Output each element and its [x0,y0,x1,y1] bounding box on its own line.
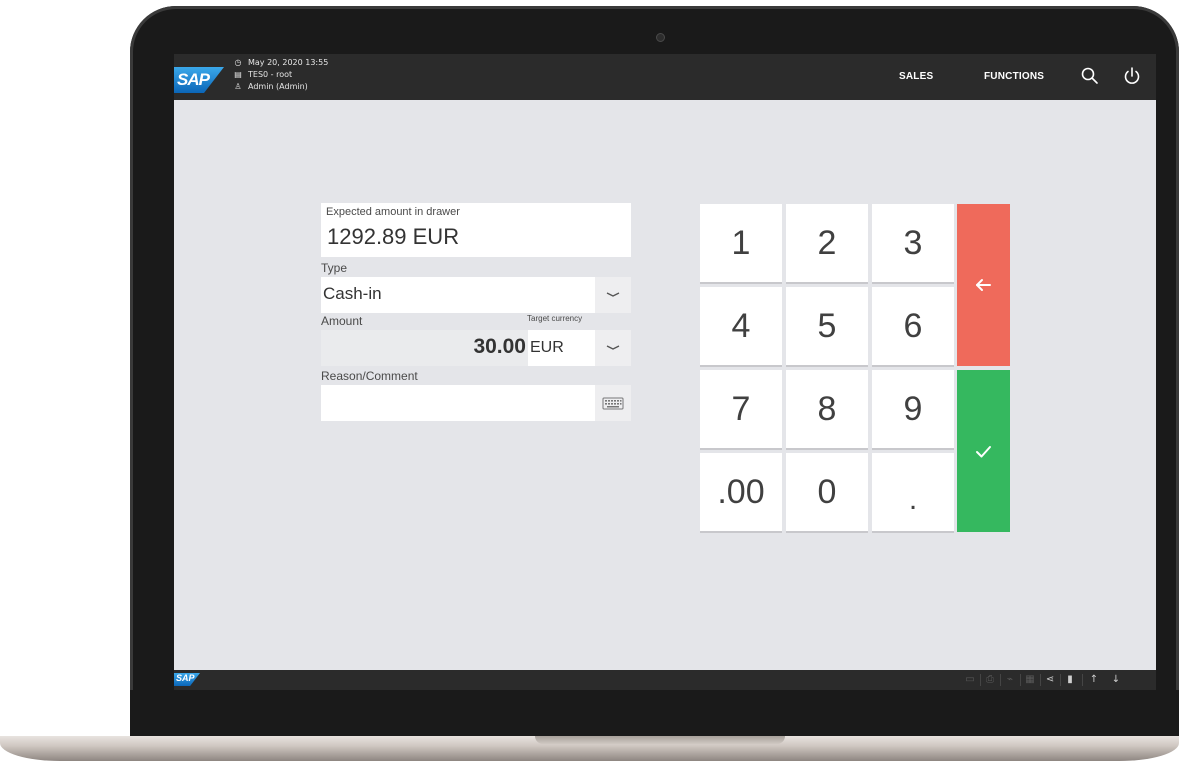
cash-drawer-icon: ▭ [965,674,975,685]
currency-value: EUR [530,339,564,356]
arrow-up-icon[interactable]: ↑ [1088,674,1100,686]
backspace-button[interactable] [957,204,1010,366]
scale-icon: ▦ [1025,674,1035,685]
key-2[interactable]: 2 [786,204,868,284]
terminal-text: TES0 - root [248,70,293,79]
app-header: SAP ◷ May 20, 2020 13:55 ▤ TES0 - root ♙ Ad… [174,54,1156,100]
amount-value: 30.00 [473,335,526,358]
currency-dropdown-button[interactable] [595,330,631,366]
database-icon[interactable]: ▮ [1064,674,1076,686]
key-0[interactable]: 0 [786,453,868,533]
chevron-down-icon [606,345,620,350]
status-separator [1000,674,1001,686]
arrow-left-icon [976,279,991,291]
checkmark-icon [976,446,991,458]
key-double-zero[interactable]: .00 [700,453,782,533]
key-4[interactable]: 4 [700,287,782,367]
reason-label: Reason/Comment [321,369,418,383]
key-9[interactable]: 9 [872,370,954,450]
nav-sales[interactable]: SALES [899,71,933,82]
scanner-icon: ⌁ [1006,674,1014,685]
share-icon[interactable]: ⋖ [1044,674,1056,686]
currency-select[interactable]: EUR [528,330,595,366]
reason-input[interactable] [321,385,595,421]
laptop-notch [535,736,785,744]
app-screen: SAP ◷ May 20, 2020 13:55 ▤ TES0 - root ♙ Ad… [174,54,1156,690]
expected-amount-label: Expected amount in drawer [326,206,460,218]
key-7[interactable]: 7 [700,370,782,450]
nav-functions[interactable]: FUNCTIONS [984,71,1044,82]
expected-amount-card: Expected amount in drawer 1292.89 EUR [321,203,631,257]
status-separator [1040,674,1041,686]
type-dropdown-button[interactable] [595,277,631,313]
keyboard-icon [602,397,624,410]
search-icon[interactable] [1079,65,1101,87]
sap-logo-small: SAP [174,673,200,686]
key-8[interactable]: 8 [786,370,868,450]
type-label: Type [321,261,348,275]
status-separator [1060,674,1061,686]
status-separator [1020,674,1021,686]
laptop-bezel-bottom [130,690,1179,736]
user-icon: ♙ [234,82,242,91]
key-3[interactable]: 3 [872,204,954,284]
amount-label: Amount [321,314,363,328]
key-decimal[interactable]: . [872,453,954,533]
power-icon[interactable] [1121,65,1143,87]
type-select[interactable]: Cash-in [321,277,595,313]
status-bar: SAP ▭ ⎙ ⌁ ▦ ⋖ ▮ ↑ ↓ [174,670,1156,690]
keyboard-button[interactable] [595,385,631,421]
status-separator [980,674,981,686]
chevron-down-icon [606,292,620,297]
expected-amount-value: 1292.89 EUR [327,224,460,249]
sap-logo: SAP [174,67,224,93]
datetime-text: May 20, 2020 13:55 [248,58,329,67]
confirm-button[interactable] [957,370,1010,532]
type-value: Cash-in [323,284,382,303]
user-text: Admin (Admin) [248,82,308,91]
terminal-icon: ▤ [234,70,242,79]
key-5[interactable]: 5 [786,287,868,367]
key-6[interactable]: 6 [872,287,954,367]
arrow-down-icon[interactable]: ↓ [1110,674,1122,686]
target-currency-label: Target currency [527,314,583,323]
amount-input[interactable]: 30.00 [321,330,528,366]
camera-icon [656,33,665,42]
clock-icon: ◷ [234,58,242,67]
printer-icon: ⎙ [986,674,994,685]
session-info: ◷ May 20, 2020 13:55 ▤ TES0 - root ♙ Admin … [234,57,328,93]
status-separator [1082,674,1083,686]
key-1[interactable]: 1 [700,204,782,284]
